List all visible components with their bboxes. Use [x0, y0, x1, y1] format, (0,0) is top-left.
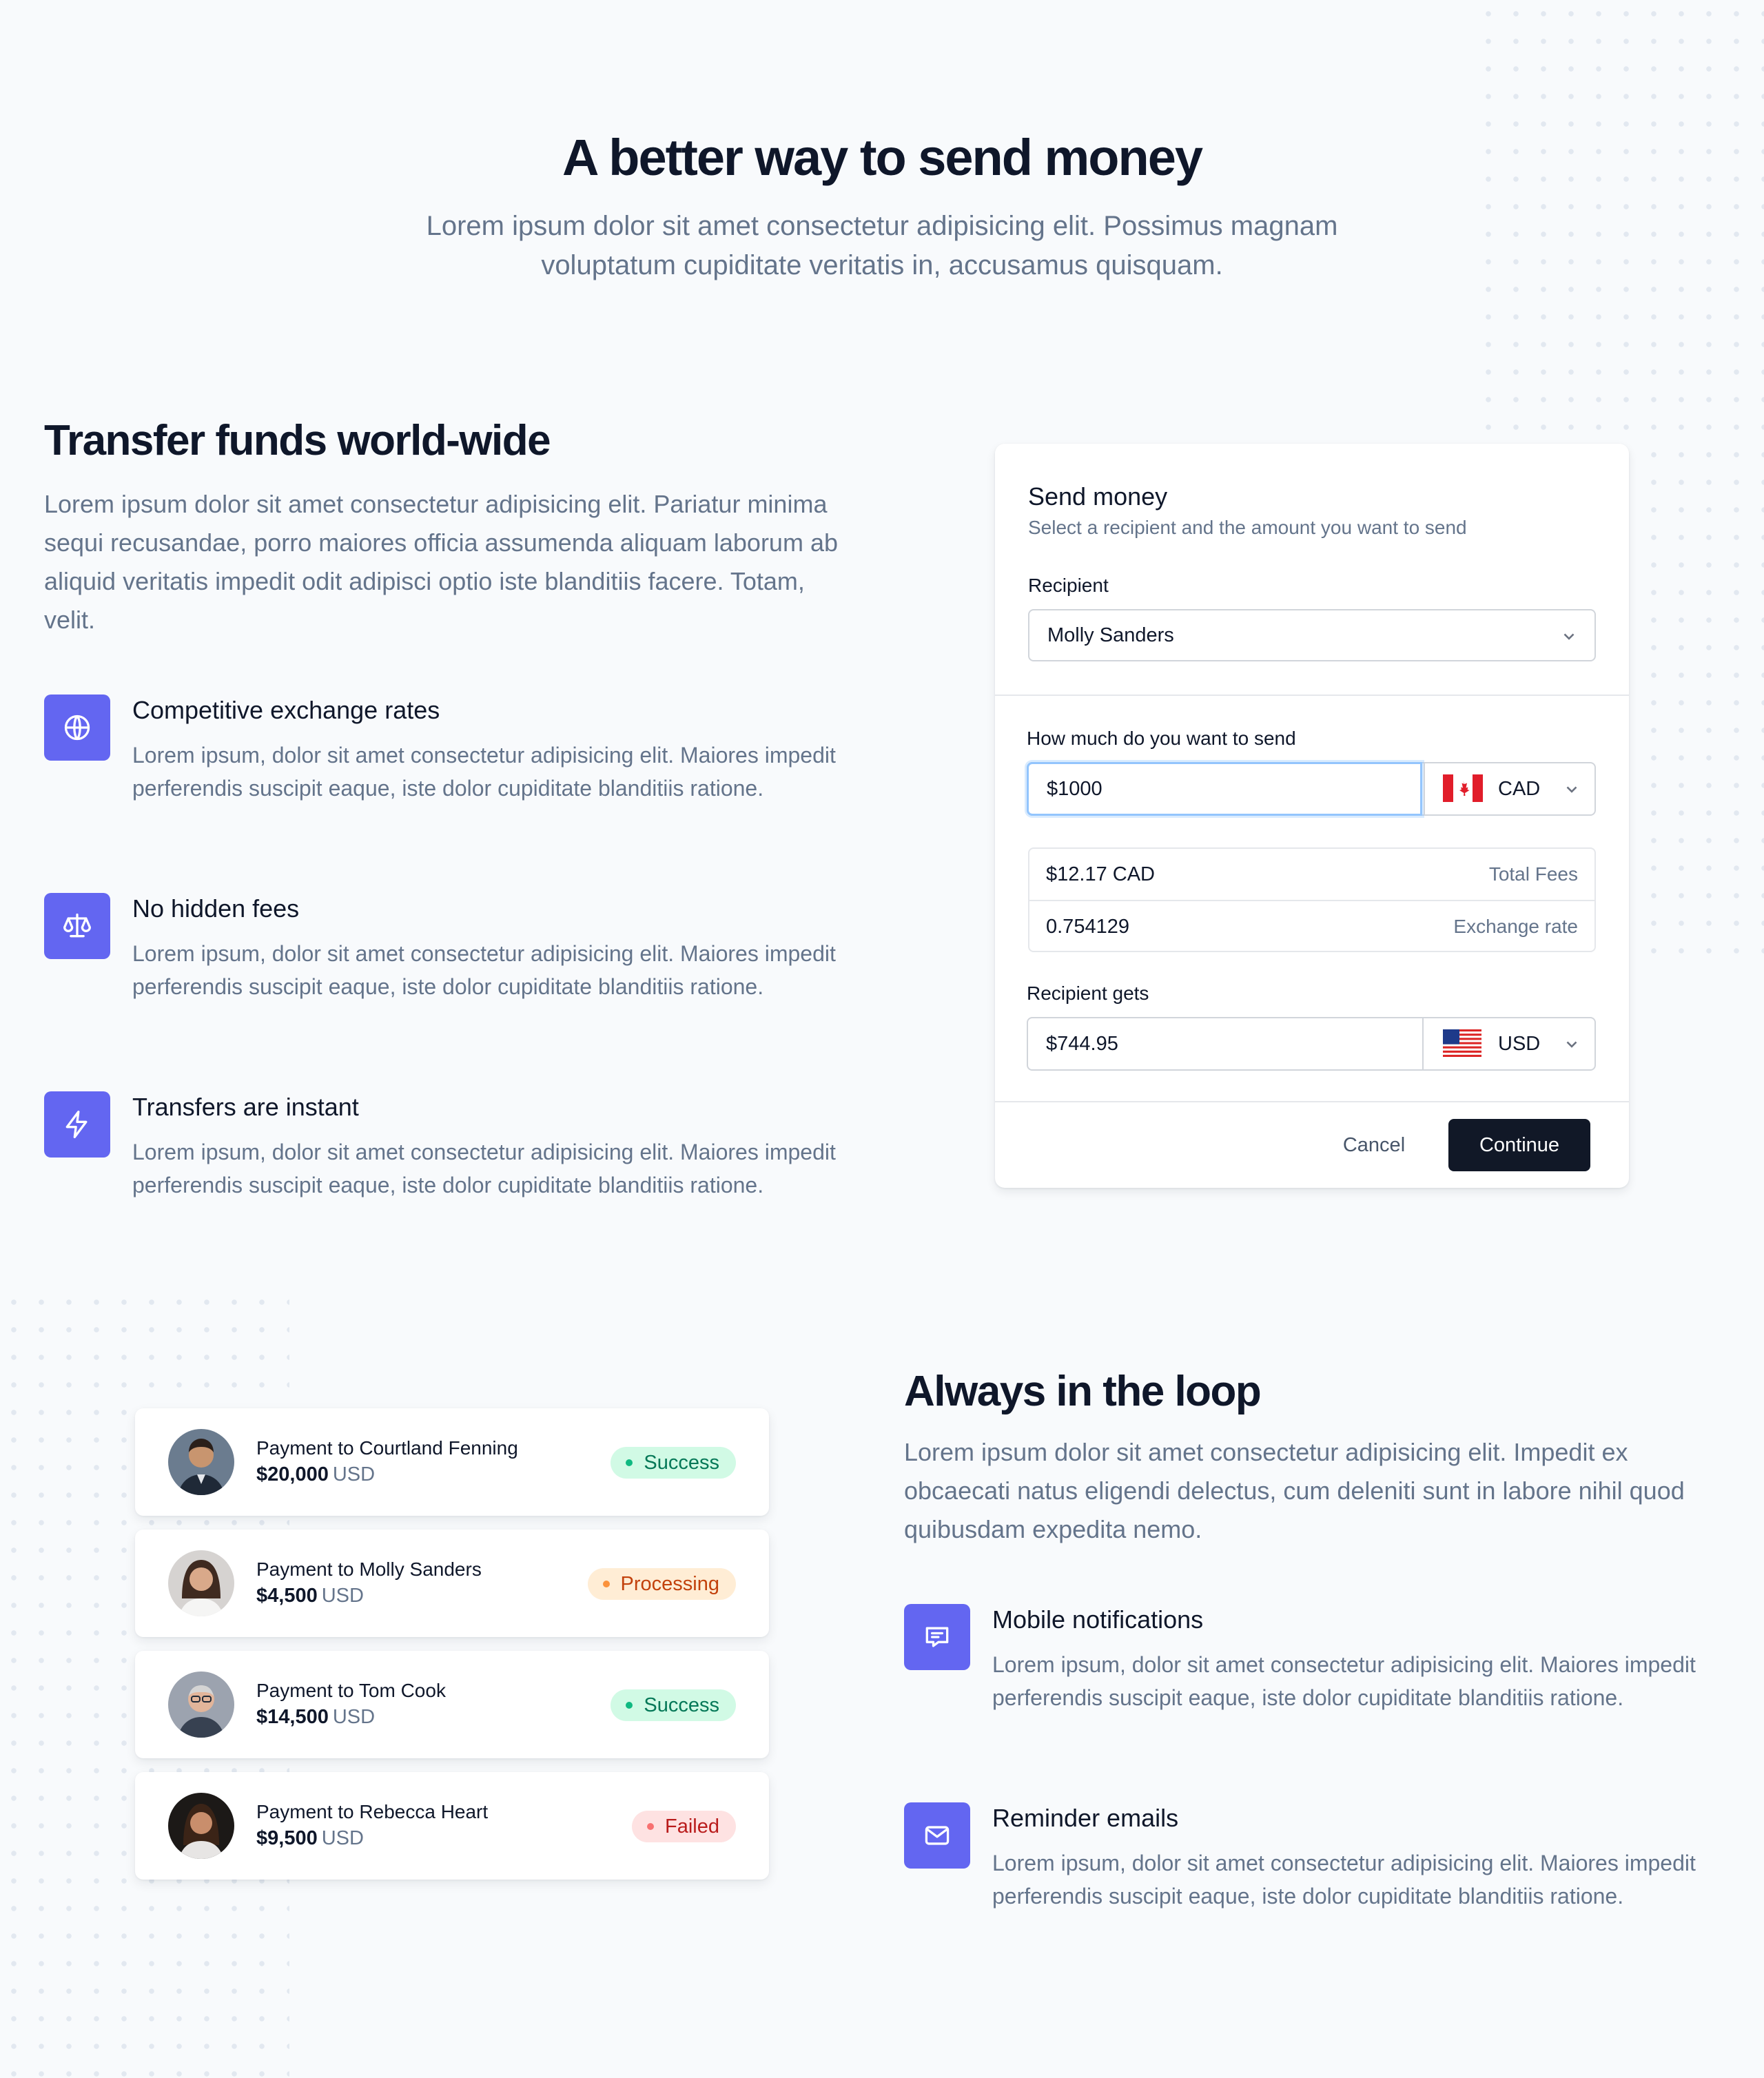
status-dot	[626, 1702, 633, 1709]
feature-title: No hidden fees	[132, 894, 300, 923]
canada-flag-icon	[1443, 774, 1483, 802]
status-dot	[647, 1823, 654, 1830]
fees-label: Total Fees	[1488, 863, 1578, 885]
exchange-rate-value: 0.754129	[1046, 915, 1129, 938]
scale-icon	[44, 893, 110, 959]
status-badge: Failed	[632, 1811, 736, 1842]
recipient-gets-input[interactable]: $744.95	[1028, 1018, 1422, 1069]
amount-label: How much do you want to send	[1027, 728, 1296, 749]
payment-title: Payment to Tom Cook	[256, 1680, 446, 1701]
fees-summary: $12.17 CAD Total Fees 0.754129 Exchange …	[1028, 847, 1596, 952]
feature-title: Transfers are instant	[132, 1093, 359, 1121]
status-dot	[626, 1459, 633, 1466]
status-badge: Processing	[587, 1568, 736, 1600]
status-label: Success	[644, 1694, 719, 1716]
payment-amount-value: $9,500	[256, 1827, 318, 1849]
page-subtitle-line: voluptatum cupiditate veritatis in, accu…	[541, 250, 1223, 280]
avatar	[168, 1671, 234, 1738]
continue-button[interactable]: Continue	[1448, 1119, 1590, 1171]
payment-card[interactable]: Payment to Rebecca Heart $9,500 USD Faile…	[135, 1772, 769, 1880]
exchange-rate-label: Exchange rate	[1453, 916, 1578, 937]
payment-card[interactable]: Payment to Tom Cook $14,500 USD Success	[135, 1651, 769, 1758]
loop-section-body: Lorem ipsum dolor sit amet consectetur a…	[904, 1438, 1685, 1543]
payment-amount-value: $4,500	[256, 1585, 318, 1607]
avatar	[168, 1793, 234, 1859]
avatar	[168, 1550, 234, 1616]
to-currency-value: USD	[1498, 1032, 1541, 1055]
recipient-gets-label: Recipient gets	[1027, 983, 1149, 1004]
chevron-down-icon	[1566, 786, 1577, 793]
status-dot	[602, 1581, 610, 1587]
payment-amount-value: $14,500	[256, 1706, 329, 1728]
feature-description: Lorem ipsum, dolor sit amet consectetur …	[992, 1851, 1696, 1909]
loop-section-title: Always in the loop	[904, 1368, 1262, 1415]
exchange-rate-row: 0.754129 Exchange rate	[1029, 901, 1594, 952]
globe-icon	[44, 695, 110, 761]
payment-title: Payment to Rebecca Heart	[256, 1801, 489, 1822]
from-currency-select[interactable]: CAD	[1424, 763, 1596, 814]
fees-row: $12.17 CAD Total Fees	[1029, 849, 1594, 900]
amount-input[interactable]: $1000	[1027, 762, 1422, 816]
divider	[995, 1101, 1629, 1102]
avatar	[168, 1429, 234, 1495]
status-label: Failed	[665, 1815, 719, 1838]
card-subtitle: Select a recipient and the amount you wa…	[1028, 517, 1467, 538]
payment-amount: $20,000 USD	[256, 1463, 375, 1486]
feature-description: Lorem ipsum, dolor sit amet consectetur …	[992, 1652, 1696, 1710]
chevron-down-icon	[1563, 633, 1575, 640]
recipient-gets-group: $744.95 USD	[1027, 1017, 1596, 1071]
divider	[995, 695, 1629, 696]
payment-amount: $4,500 USD	[256, 1585, 364, 1607]
payment-currency: USD	[321, 1585, 364, 1607]
feature-description: Lorem ipsum, dolor sit amet consectetur …	[132, 941, 836, 999]
recipient-value: Molly Sanders	[1047, 624, 1174, 646]
chevron-down-icon	[1566, 1041, 1577, 1048]
status-label: Processing	[620, 1572, 719, 1595]
feature-title: Competitive exchange rates	[132, 696, 440, 724]
from-currency-value: CAD	[1498, 777, 1541, 800]
us-flag-icon	[1443, 1029, 1481, 1057]
send-money-card: Send money Select a recipient and the am…	[995, 444, 1629, 1188]
payment-currency: USD	[332, 1463, 376, 1485]
feature-title: Reminder emails	[992, 1804, 1179, 1832]
payment-currency: USD	[321, 1827, 364, 1849]
feature-description: Lorem ipsum, dolor sit amet consectetur …	[132, 1140, 836, 1197]
cancel-button[interactable]: Cancel	[1333, 1119, 1415, 1171]
card-title: Send money	[1028, 482, 1168, 511]
payment-card[interactable]: Payment to Courtland Fenning $20,000 USD …	[135, 1408, 769, 1516]
mail-icon	[904, 1802, 970, 1869]
chat-icon	[904, 1604, 970, 1670]
status-label: Success	[644, 1451, 719, 1474]
payment-title: Payment to Molly Sanders	[256, 1558, 482, 1580]
status-badge: Success	[611, 1447, 736, 1479]
recipient-label: Recipient	[1028, 575, 1109, 596]
payment-amount: $14,500 USD	[256, 1706, 375, 1729]
transfer-section-title: Transfer funds world-wide	[44, 417, 551, 464]
payment-title: Payment to Courtland Fenning	[256, 1437, 518, 1459]
page-title: A better way to send money	[562, 129, 1203, 186]
amount-group: $1000 CAD	[1027, 762, 1596, 816]
page-subtitle: Lorem ipsum dolor sit amet consectetur a…	[386, 207, 1378, 285]
feature-description: Lorem ipsum, dolor sit amet consectetur …	[132, 743, 836, 801]
feature-title: Mobile notifications	[992, 1605, 1204, 1634]
transfer-section-body: Lorem ipsum dolor sit amet consectetur a…	[44, 490, 838, 634]
payment-card[interactable]: Payment to Molly Sanders $4,500 USD Proce…	[135, 1530, 769, 1637]
fees-value: $12.17 CAD	[1046, 863, 1155, 885]
to-currency-select[interactable]: USD	[1422, 1018, 1596, 1069]
payment-amount-value: $20,000	[256, 1463, 329, 1485]
page-subtitle-line: Lorem ipsum dolor sit amet consectetur a…	[426, 211, 1338, 241]
recipient-select[interactable]: Molly Sanders	[1028, 609, 1596, 661]
payment-amount: $9,500 USD	[256, 1827, 364, 1850]
status-badge: Success	[611, 1689, 736, 1721]
payment-currency: USD	[332, 1706, 376, 1728]
lightning-bolt-icon	[44, 1091, 110, 1158]
